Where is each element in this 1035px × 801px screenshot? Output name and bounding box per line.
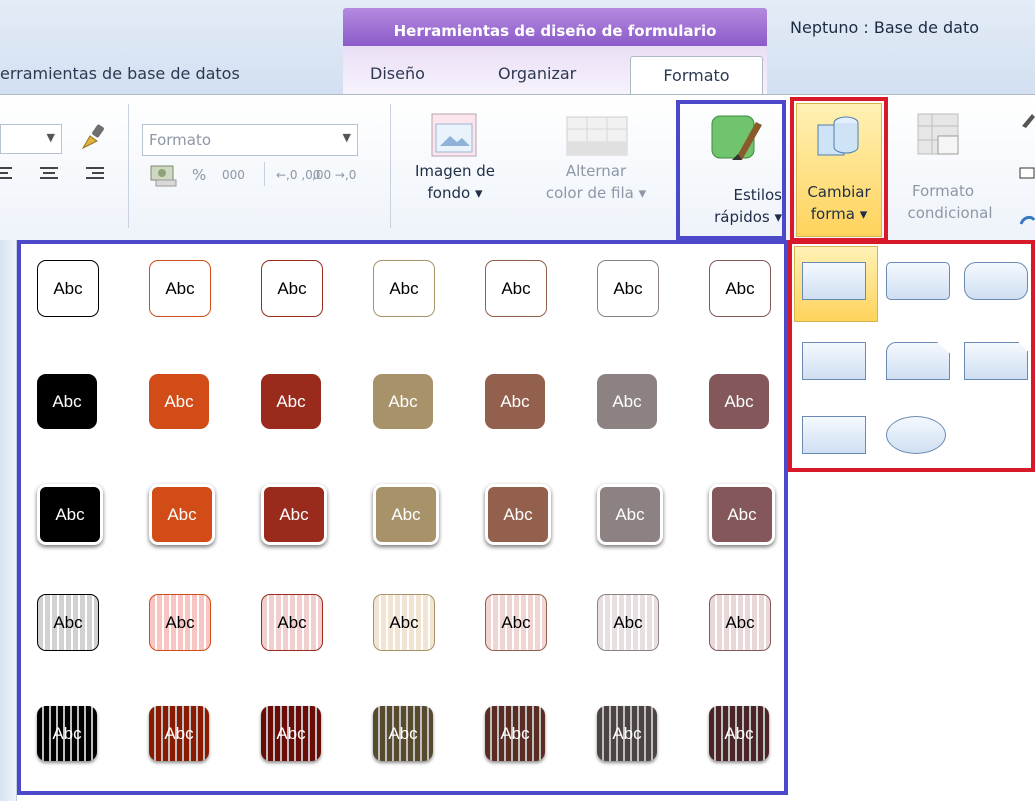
- quick-style-tile[interactable]: Abc: [597, 706, 657, 761]
- conditional-format-button[interactable]: Formato condicional: [888, 112, 1012, 236]
- quick-styles-gallery: Abc Abc Abc Abc Abc Abc Abc Abc Abc Abc Abc Abc Abc A…: [17, 240, 788, 795]
- shape-rounded-rectangle[interactable]: [886, 262, 950, 300]
- quick-style-tile[interactable]: Abc: [485, 260, 547, 317]
- quick-style-tile[interactable]: Abc: [37, 594, 99, 651]
- window-title: Neptuno : Base de dato: [790, 18, 980, 37]
- tab-design[interactable]: Diseño: [370, 64, 425, 83]
- quick-style-tile[interactable]: Abc: [149, 594, 211, 651]
- font-size-combo[interactable]: ▼: [0, 124, 62, 154]
- quick-style-tile[interactable]: Abc: [149, 374, 209, 429]
- quick-style-tile[interactable]: Abc: [373, 594, 435, 651]
- quick-style-tile[interactable]: Abc: [261, 706, 321, 761]
- contextual-tab-group: Herramientas de diseño de formulario: [343, 8, 767, 48]
- quick-style-tile[interactable]: Abc: [37, 374, 97, 429]
- separator: [390, 104, 391, 228]
- quick-style-tile[interactable]: Abc: [597, 484, 663, 545]
- change-shape-gallery: [788, 240, 1035, 472]
- quick-style-tile[interactable]: Abc: [709, 706, 769, 761]
- picture-icon: [431, 113, 477, 157]
- number-format-combo[interactable]: Formato ▼: [142, 124, 358, 156]
- separator: [264, 162, 265, 186]
- quick-style-tile[interactable]: Abc: [373, 484, 439, 545]
- tab-database-tools[interactable]: erramientas de base de datos: [0, 64, 240, 83]
- tab-format[interactable]: Formato: [630, 56, 763, 96]
- quick-style-tile[interactable]: Abc: [597, 374, 657, 429]
- format-painter-icon[interactable]: [78, 122, 108, 152]
- quick-style-tile[interactable]: Abc: [709, 484, 775, 545]
- table-icon: [566, 116, 628, 156]
- quick-style-tile[interactable]: Abc: [37, 260, 99, 317]
- quick-style-tile[interactable]: Abc: [485, 594, 547, 651]
- shapes-icon: [817, 116, 859, 156]
- quick-style-tile[interactable]: Abc: [373, 260, 435, 317]
- quick-style-tile[interactable]: Abc: [373, 374, 433, 429]
- chevron-down-icon: ▼: [46, 131, 55, 144]
- quick-style-tile[interactable]: Abc: [709, 374, 769, 429]
- shape-snip-round[interactable]: [886, 342, 950, 380]
- alternate-row-color-button[interactable]: Alternar color de fila ▾: [522, 112, 670, 236]
- currency-icon[interactable]: [148, 162, 182, 190]
- shape-oval[interactable]: [886, 416, 946, 454]
- chevron-down-icon: ▼: [342, 131, 351, 144]
- quick-style-tile[interactable]: Abc: [485, 706, 545, 761]
- navigation-pane-edge: [0, 240, 17, 801]
- quick-styles-button[interactable]: Estilos rápidos ▾: [676, 100, 786, 240]
- shape-rectangle-small-round[interactable]: [802, 416, 866, 454]
- conditional-format-icon: [917, 113, 959, 155]
- quick-style-tile[interactable]: Abc: [149, 260, 211, 317]
- quick-style-tile[interactable]: Abc: [485, 374, 545, 429]
- quick-style-tile[interactable]: Abc: [37, 706, 97, 761]
- quick-style-tile[interactable]: Abc: [485, 484, 551, 545]
- background-image-button[interactable]: Imagen de fondo ▾: [400, 112, 520, 236]
- quick-style-tile[interactable]: Abc: [149, 706, 209, 761]
- quick-style-tile[interactable]: Abc: [261, 484, 327, 545]
- separator: [128, 104, 129, 228]
- quick-style-tile[interactable]: Abc: [709, 260, 771, 317]
- change-shape-button[interactable]: Cambiar forma ▾: [790, 97, 888, 242]
- shape-rectangle[interactable]: [802, 262, 866, 300]
- percent-button[interactable]: %: [192, 164, 206, 186]
- quick-style-tile[interactable]: Abc: [37, 484, 103, 545]
- quick-style-tile[interactable]: Abc: [261, 260, 323, 317]
- quick-style-tile[interactable]: Abc: [597, 260, 659, 317]
- more-format-icons: [1018, 108, 1035, 228]
- quick-style-tile[interactable]: Abc: [373, 706, 433, 761]
- quick-style-tile[interactable]: Abc: [709, 594, 771, 651]
- quick-style-tile[interactable]: Abc: [597, 594, 659, 651]
- tab-arrange[interactable]: Organizar: [498, 64, 576, 83]
- alignment-buttons: [0, 164, 110, 186]
- quick-styles-icon: [711, 115, 762, 160]
- quick-style-tile[interactable]: Abc: [149, 484, 215, 545]
- shape-snip-single-corner[interactable]: [964, 342, 1028, 380]
- shape-snip-corner[interactable]: [802, 342, 866, 380]
- quick-style-tile[interactable]: Abc: [261, 374, 321, 429]
- quick-style-tile[interactable]: Abc: [261, 594, 323, 651]
- shape-round-rectangle[interactable]: [964, 262, 1028, 300]
- thousands-button[interactable]: 000: [222, 164, 245, 186]
- decrease-decimals-button[interactable]: ,00 →,0: [312, 164, 356, 186]
